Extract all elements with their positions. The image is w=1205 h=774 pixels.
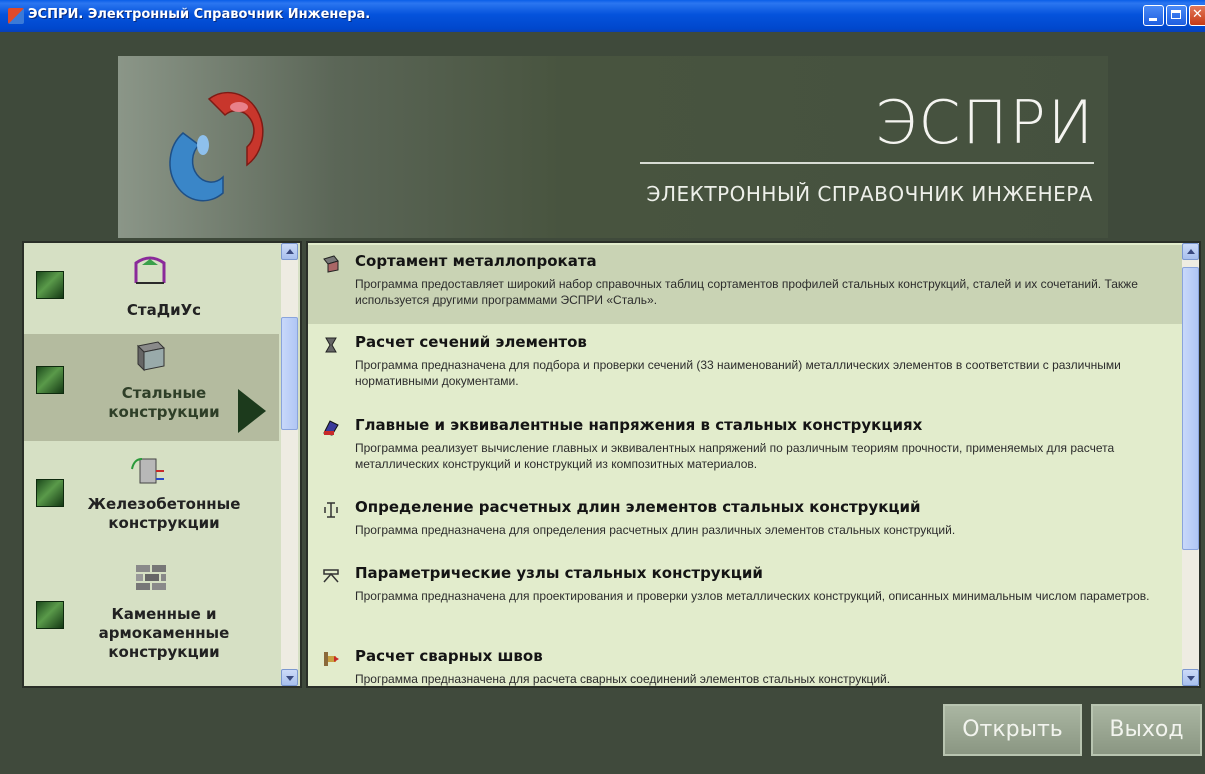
close-button[interactable] bbox=[1189, 5, 1205, 26]
category-item-masonry[interactable]: Каменные и армокаменные конструкции bbox=[24, 555, 279, 686]
stress-icon bbox=[323, 420, 339, 436]
scroll-down-button[interactable] bbox=[1182, 669, 1199, 686]
category-label: СтаДиУс bbox=[126, 301, 202, 319]
program-item-profile-catalog[interactable]: Сортамент металлопроката Программа предо… bbox=[308, 245, 1182, 324]
minimize-button[interactable] bbox=[1143, 5, 1164, 26]
program-item-welds[interactable]: Расчет сварных швов Программа предназнач… bbox=[308, 640, 1182, 686]
steel-beam-icon bbox=[136, 341, 166, 372]
program-title: Расчет сварных швов bbox=[355, 647, 543, 665]
profile-catalog-icon bbox=[323, 255, 339, 273]
length-icon bbox=[324, 502, 338, 518]
program-item-stresses[interactable]: Главные и эквивалентные напряжения в ста… bbox=[308, 409, 1182, 491]
category-marker-icon bbox=[36, 271, 64, 299]
category-marker-icon bbox=[36, 601, 64, 629]
exit-button[interactable]: Выход bbox=[1091, 704, 1202, 756]
maximize-button[interactable] bbox=[1166, 5, 1187, 26]
program-title: Сортамент металлопроката bbox=[355, 252, 597, 270]
app-icon bbox=[8, 8, 24, 24]
program-title: Расчет сечений элементов bbox=[355, 333, 587, 351]
scroll-thumb[interactable] bbox=[281, 317, 298, 430]
program-list[interactable]: Сортамент металлопроката Программа предо… bbox=[306, 241, 1201, 688]
brand-title: ЭСПРИ bbox=[874, 88, 1095, 158]
program-description: Программа предназначена для определения … bbox=[355, 523, 956, 537]
scroll-thumb[interactable] bbox=[1182, 267, 1199, 550]
stadium-icon bbox=[134, 256, 166, 284]
section-icon bbox=[325, 337, 337, 353]
reinforced-concrete-icon bbox=[131, 458, 164, 484]
category-item-reinforced-concrete[interactable]: Железобетонные конструкции bbox=[24, 443, 279, 553]
scroll-up-button[interactable] bbox=[1182, 243, 1199, 260]
program-description: Программа предназначена для расчета свар… bbox=[355, 672, 891, 686]
weld-icon bbox=[324, 652, 339, 666]
scroll-up-button[interactable] bbox=[281, 243, 298, 260]
program-title: Параметрические узлы стальных конструкци… bbox=[355, 564, 763, 582]
title-bar[interactable]: ЭСПРИ. Электронный Справочник Инженера. bbox=[0, 0, 1205, 32]
program-title: Главные и эквивалентные напряжения в ста… bbox=[355, 416, 923, 434]
category-item-stadius[interactable]: СтаДиУс bbox=[24, 243, 279, 331]
category-item-steel[interactable]: Стальные конструкции bbox=[24, 334, 279, 441]
program-description: Программа предназначена для подбора и пр… bbox=[355, 358, 1121, 388]
scroll-down-button[interactable] bbox=[281, 669, 298, 686]
open-button[interactable]: Открыть bbox=[943, 704, 1082, 756]
program-description: Программа предоставляет широкий набор сп… bbox=[355, 277, 1138, 307]
program-item-effective-lengths[interactable]: Определение расчетных длин элементов ста… bbox=[308, 491, 1182, 554]
brand-divider bbox=[640, 162, 1094, 164]
program-item-sections[interactable]: Расчет сечений элементов Программа предн… bbox=[308, 326, 1182, 406]
category-label: Каменные и армокаменные конструкции bbox=[98, 605, 230, 661]
program-title: Определение расчетных длин элементов ста… bbox=[355, 498, 921, 516]
category-label: Железобетонные конструкции bbox=[87, 495, 241, 532]
program-description: Программа предназначена для проектирован… bbox=[355, 589, 1150, 603]
brand-subtitle: ЭЛЕКТРОННЫЙ СПРАВОЧНИК ИНЖЕНЕРА bbox=[646, 182, 1093, 206]
window-title: ЭСПРИ. Электронный Справочник Инженера. bbox=[28, 7, 371, 22]
program-description: Программа реализует вычисление главных и… bbox=[355, 441, 1115, 471]
selected-arrow-icon bbox=[238, 389, 266, 433]
category-scrollbar[interactable] bbox=[281, 243, 298, 686]
category-label: Стальные конструкции bbox=[108, 384, 220, 421]
brick-wall-icon bbox=[136, 565, 166, 590]
node-icon bbox=[323, 569, 339, 583]
category-marker-icon bbox=[36, 479, 64, 507]
category-marker-icon bbox=[36, 366, 64, 394]
espri-logo-icon bbox=[169, 91, 264, 202]
program-item-parametric-nodes[interactable]: Параметрические узлы стальных конструкци… bbox=[308, 557, 1182, 637]
category-list[interactable]: СтаДиУс Стальные конструкции Железобетон… bbox=[22, 241, 302, 688]
program-scrollbar[interactable] bbox=[1182, 243, 1199, 686]
